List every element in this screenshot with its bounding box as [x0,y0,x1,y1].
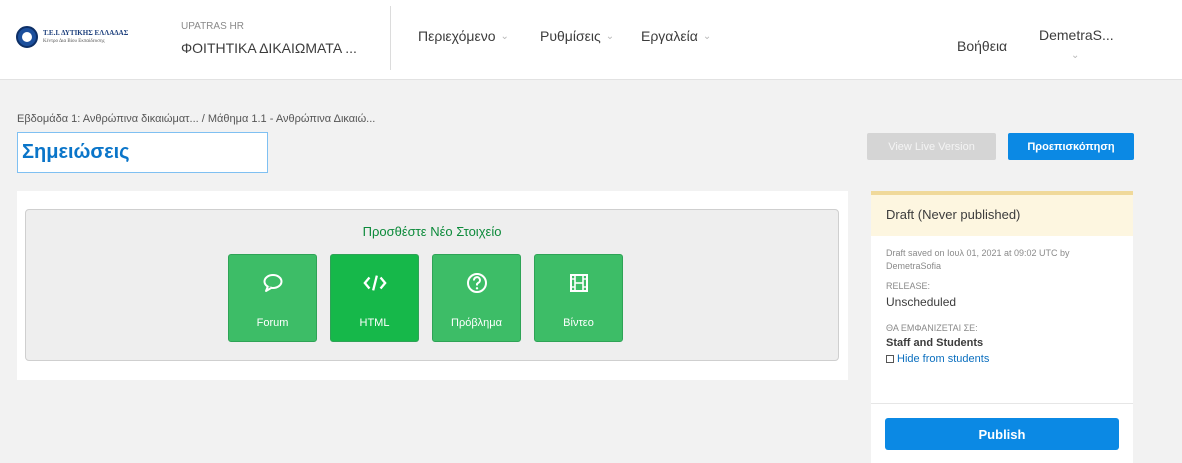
chevron-down-icon: ⌄ [702,30,712,42]
nav-tools-label: Εργαλεία [641,28,698,44]
speech-bubble-icon [261,271,285,295]
chevron-down-icon[interactable]: ⌄ [1071,50,1079,61]
course-org: UPATRAS HR [181,21,244,32]
unit-title-input[interactable]: Σημειώσεις [17,132,268,173]
chevron-down-icon: ⌄ [500,30,509,42]
nav-tools-menu[interactable]: Εργαλεία ⌄ [641,28,711,44]
visible-to-value: Staff and Students [886,337,984,349]
help-link[interactable]: Βοήθεια [957,38,1007,54]
hide-from-students-label[interactable]: Hide from students [897,353,989,365]
nav-settings-menu[interactable]: Ρυθμίσεις ⌄ [540,28,614,44]
add-component-panel: Προσθέστε Νέο Στοιχείο Forum HTML Πρόβλη… [25,209,839,361]
breadcrumb[interactable]: Εβδομάδα 1: Ανθρώπινα δικαιώματ... / Μάθ… [17,113,375,125]
view-live-button[interactable]: View Live Version [867,133,996,160]
forum-label: Forum [256,317,289,329]
add-html-button[interactable]: HTML [330,254,419,342]
publish-sidebar: Draft (Never published) Draft saved on Ι… [871,191,1133,463]
add-video-button[interactable]: Βίντεο [534,254,623,342]
question-icon [465,271,489,295]
visible-to-label: ΘΑ ΕΜΦΑΝΙΖΕΤΑΙ ΣΕ: [886,323,978,333]
video-label: Βίντεο [563,317,594,329]
emblem-icon [16,26,38,48]
add-problem-button[interactable]: Πρόβλημα [432,254,521,342]
logo-line-2: Κέντρο Δια Βίου Εκπαίδευσης [43,39,105,44]
publish-button[interactable]: Publish [885,418,1119,450]
draft-saved-text: Draft saved on Ιουλ 01, 2021 at 09:02 UT… [886,248,1070,271]
release-value: Unscheduled [886,295,957,309]
header-divider [390,6,391,70]
checkbox-icon[interactable] [886,355,894,363]
add-component-title: Προσθέστε Νέο Στοιχείο [362,224,502,239]
film-icon [567,271,591,295]
hide-from-students-toggle[interactable]: Hide from students [886,353,1133,365]
divider [871,403,1133,404]
nav-content-menu[interactable]: Περιεχόμενο ⌄ [418,28,509,44]
code-icon [362,271,387,295]
problem-label: Πρόβλημα [451,317,502,329]
institution-logo[interactable]: Τ.Ε.Ι. ΔΥΤΙΚΗΣ ΕΛΛΑΔΑΣ Κέντρο Δια Βίου Ε… [16,22,166,52]
draft-status: Draft (Never published) [871,191,1133,236]
nav-settings-label: Ρυθμίσεις [540,28,601,44]
user-menu[interactable]: DemetraS... [1039,27,1114,43]
preview-button[interactable]: Προεπισκόπηση [1008,133,1134,160]
html-label: HTML [359,317,390,329]
nav-content-label: Περιεχόμενο [418,28,496,44]
course-title[interactable]: ΦΟΙΤΗΤΙΚΑ ΔΙΚΑΙΩΜΑΤΑ ... [181,40,357,56]
logo-line-1: Τ.Ε.Ι. ΔΥΤΙΚΗΣ ΕΛΛΑΔΑΣ [43,29,129,37]
top-header: Τ.Ε.Ι. ΔΥΤΙΚΗΣ ΕΛΛΑΔΑΣ Κέντρο Δια Βίου Ε… [0,0,1182,80]
chevron-down-icon: ⌄ [605,30,615,42]
release-label: RELEASE: [886,281,931,291]
add-forum-button[interactable]: Forum [228,254,317,342]
